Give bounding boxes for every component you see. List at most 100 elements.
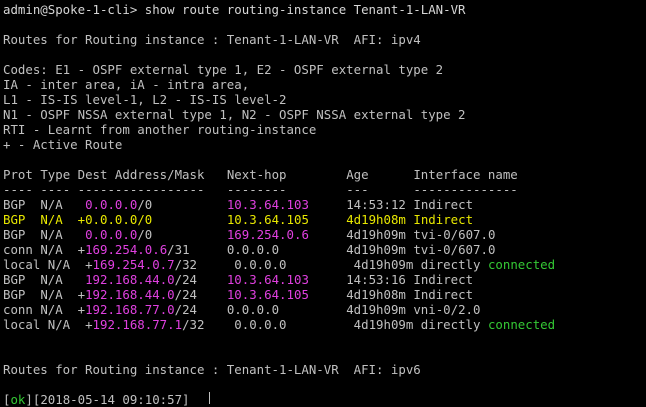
- route-age: 4d19h08m: [346, 212, 414, 227]
- table-rule-row: ---- ---- ----------------- -------- ---…: [3, 182, 646, 197]
- route-age: 14:53:12: [346, 197, 414, 212]
- table-rule-row-age: ---: [346, 182, 414, 197]
- route-interface: tvi-0/607.0: [413, 242, 496, 257]
- route-protocol: conn: [3, 242, 41, 257]
- route-dest-mask: /0: [137, 227, 227, 242]
- table-row: conn N/A +192.168.77.0/24 0.0.0.0 4d19h0…: [3, 302, 646, 317]
- terminal-window[interactable]: admin@Spoke-1-cli> show route routing-in…: [0, 0, 646, 407]
- table-rule-row-prot: ----: [3, 182, 41, 197]
- route-type: N/A: [40, 287, 78, 302]
- table-row: conn N/A +169.254.0.6/31 0.0.0.0 4d19h09…: [3, 242, 646, 257]
- route-type: N/A: [40, 197, 78, 212]
- codes-line: RTI - Learnt from another routing-instan…: [3, 122, 317, 137]
- route-dest-address: 192.168.44.0: [85, 272, 175, 287]
- route-age: 4d19h09m: [346, 302, 414, 317]
- route-type: N/A: [47, 317, 86, 332]
- codes-line: IA - inter area, iA - intra area,: [3, 77, 250, 92]
- route-dest-mask: /32: [182, 317, 235, 332]
- route-dest-mask: /32: [174, 257, 235, 272]
- table-row: BGP N/A 192.168.44.0/24 10.3.64.103 14:5…: [3, 272, 646, 287]
- codes-legend: Codes: E1 - OSPF external type 1, E2 - O…: [3, 62, 646, 152]
- table-header-row-iface: Interface name: [413, 167, 518, 182]
- route-type: N/A: [40, 272, 78, 287]
- route-nexthop: 10.3.64.103: [226, 197, 309, 212]
- codes-line: L1 - IS-IS level-1, L2 - IS-IS level-2: [3, 92, 287, 107]
- route-nexthop-pad: [309, 212, 346, 227]
- ipv6-routes-header: Routes for Routing instance : Tenant-1-L…: [3, 362, 421, 377]
- route-dest-address: 192.168.44.0: [85, 287, 175, 302]
- route-dest-address: 192.168.77.0: [85, 302, 175, 317]
- route-active-flag: [78, 197, 85, 212]
- route-dest-address: 169.254.0.7: [92, 257, 175, 272]
- table-header-row-prot: Prot: [3, 167, 41, 182]
- route-interface: directly: [420, 257, 488, 272]
- route-type: N/A: [40, 242, 78, 257]
- route-nexthop: 169.254.0.6: [226, 227, 309, 242]
- route-nexthop-pad: [279, 302, 346, 317]
- route-active-flag: +: [77, 242, 86, 257]
- route-age: 4d19h09m: [353, 257, 421, 272]
- route-dest-mask: /0: [137, 197, 227, 212]
- command-line: admin@Spoke-1-cli> show route routing-in…: [3, 2, 466, 17]
- route-interface-state: connected: [487, 257, 556, 272]
- route-interface: Indirect: [413, 272, 474, 287]
- route-interface-state: connected: [487, 317, 556, 332]
- codes-line: + - Active Route: [3, 137, 123, 152]
- route-nexthop: 10.3.64.105: [226, 287, 309, 302]
- codes-line: N1 - OSPF NSSA external type 1, N2 - OSP…: [3, 107, 466, 122]
- table-rule-row-type: ----: [40, 182, 78, 197]
- route-active-flag: +: [77, 212, 86, 227]
- ipv4-routes-header: Routes for Routing instance : Tenant-1-L…: [3, 32, 421, 47]
- route-nexthop: 0.0.0.0: [226, 242, 280, 257]
- table-row: local N/A +192.168.77.1/32 0.0.0.0 4d19h…: [3, 317, 646, 332]
- route-dest-mask: /24: [174, 272, 227, 287]
- table-header-row: Prot Type Dest Address/Mask Next-hop Age…: [3, 167, 646, 182]
- route-active-flag: +: [77, 287, 86, 302]
- table-row: BGP N/A 0.0.0.0/0 169.254.0.6 4d19h09m t…: [3, 227, 646, 242]
- route-protocol: local: [3, 257, 48, 272]
- route-dest-address: 169.254.0.6: [85, 242, 168, 257]
- route-active-flag: [78, 272, 85, 287]
- route-active-flag: [78, 227, 85, 242]
- table-header-row-age: Age: [346, 167, 414, 182]
- route-protocol: BGP: [3, 212, 41, 227]
- route-dest-address: 192.168.77.1: [92, 317, 183, 332]
- route-type: N/A: [40, 227, 78, 242]
- route-interface: Indirect: [413, 212, 474, 227]
- route-nexthop-pad: [309, 197, 346, 212]
- route-active-flag: +: [85, 317, 93, 332]
- route-age: 4d19h08m: [346, 287, 414, 302]
- route-nexthop: 10.3.64.103: [226, 272, 309, 287]
- timestamp: [2018-05-14 09:10:57]: [32, 392, 190, 407]
- route-protocol: BGP: [3, 272, 41, 287]
- route-nexthop-pad: [287, 257, 354, 272]
- table-rule-row-iface: --------------: [413, 182, 518, 197]
- route-age: 4d19h09m: [353, 317, 421, 332]
- route-interface: directly: [420, 317, 488, 332]
- table-rule-row-dest: -----------------: [77, 182, 227, 197]
- route-nexthop: 0.0.0.0: [234, 317, 287, 332]
- text-cursor: [209, 392, 210, 404]
- route-dest-mask: /24: [174, 302, 227, 317]
- route-interface: vni-0/2.0: [413, 302, 481, 317]
- table-header-row-nexthop: Next-hop: [226, 167, 347, 182]
- route-interface: Indirect: [413, 287, 474, 302]
- route-protocol: BGP: [3, 287, 41, 302]
- route-nexthop-pad: [309, 287, 346, 302]
- route-dest-mask: /0: [137, 212, 227, 227]
- route-active-flag: +: [77, 302, 86, 317]
- route-age: 14:53:16: [346, 272, 414, 287]
- table-row: BGP N/A 0.0.0.0/0 10.3.64.103 14:53:12 I…: [3, 197, 646, 212]
- route-nexthop-pad: [287, 317, 354, 332]
- route-nexthop: 0.0.0.0: [226, 302, 280, 317]
- ok-status: ok: [10, 392, 26, 407]
- route-nexthop-pad: [279, 242, 346, 257]
- route-dest-address: 0.0.0.0: [85, 212, 138, 227]
- route-type: N/A: [40, 212, 78, 227]
- route-dest-address: 0.0.0.0: [85, 197, 138, 212]
- route-dest-mask: /24: [174, 287, 227, 302]
- route-age: 4d19h09m: [346, 242, 414, 257]
